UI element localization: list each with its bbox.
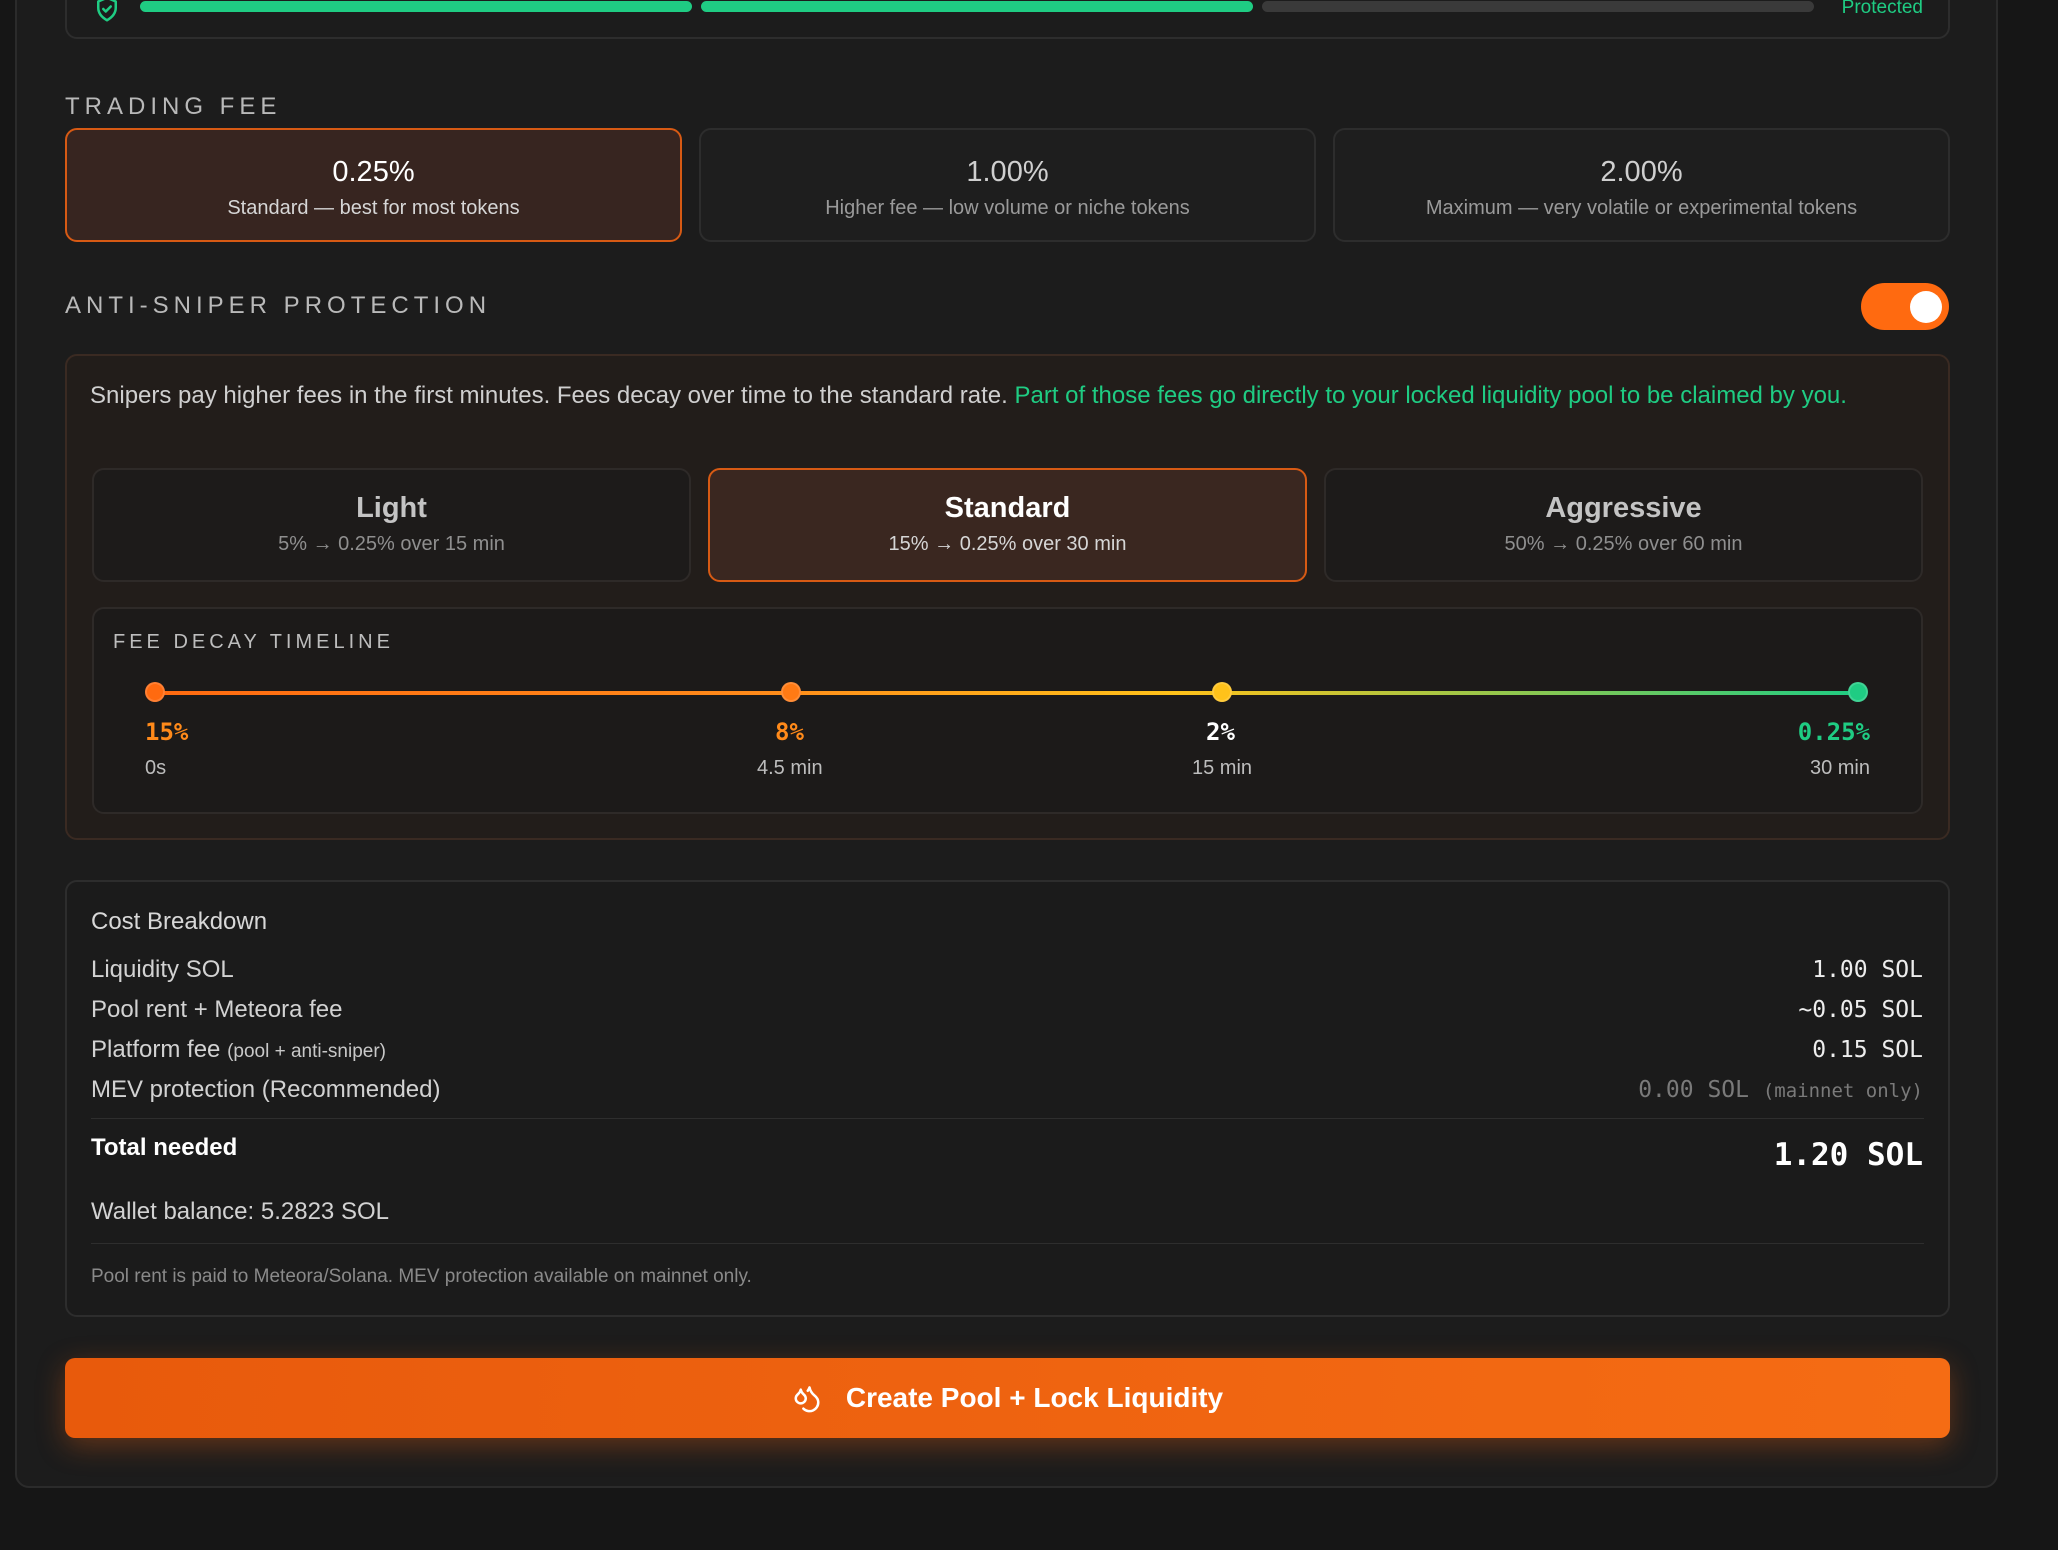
cost-row-label: Pool rent + Meteora fee (91, 996, 343, 1023)
fee-option-desc: Higher fee — low volume or niche tokens (825, 197, 1190, 219)
timeline-time: 4.5 min (757, 757, 823, 779)
fee-option-desc: Standard — best for most tokens (227, 197, 520, 219)
preset-aggressive[interactable]: Aggressive 50% → 0.25% over 60 min (1324, 468, 1923, 582)
fee-option-desc: Maximum — very volatile or experimental … (1425, 197, 1858, 219)
shield-check-icon (97, 0, 117, 22)
timeline-time: 0s (145, 757, 167, 779)
fee-option-pct: 1.00% (966, 156, 1049, 188)
total-value: 1.20 SOL (1773, 1137, 1923, 1173)
anti-sniper-info: Snipers pay higher fees in the first min… (90, 380, 1930, 412)
security-progress-segment (140, 1, 692, 12)
fee-option-pct: 2.00% (1600, 156, 1683, 188)
cost-breakdown-title: Cost Breakdown (91, 908, 268, 935)
divider (91, 1243, 1924, 1244)
timeline-time: 30 min (1809, 757, 1870, 779)
divider (91, 1118, 1924, 1119)
timeline-line (155, 691, 1858, 695)
preset-sub: 15% → 0.25% over 30 min (888, 533, 1127, 555)
preset-sub: 5% → 0.25% over 15 min (278, 533, 505, 555)
timeline-dot (1212, 682, 1232, 702)
timeline-value: 2% (1206, 718, 1235, 746)
cost-row-value-note: (mainnet only) (1762, 1080, 1923, 1102)
cost-row-value: ~0.05 SOL (1798, 997, 1923, 1023)
create-pool-button-label: Create Pool + Lock Liquidity (845, 1382, 1224, 1413)
timeline-dot (145, 682, 165, 702)
timeline-value: 15% (145, 718, 189, 746)
timeline-dot (781, 682, 801, 702)
fee-option-2-00[interactable]: 2.00% Maximum — very volatile or experim… (1333, 128, 1950, 242)
security-progress-segment (1262, 1, 1814, 12)
timeline-time: 15 min (1192, 757, 1253, 779)
fee-option-0-25[interactable]: 0.25% Standard — best for most tokens (65, 128, 682, 242)
cost-footnote: Pool rent is paid to Meteora/Solana. MEV… (91, 1266, 752, 1287)
cost-row-value: 1.00 SOL (1812, 957, 1923, 983)
cost-row-value: 0.15 SOL (1812, 1037, 1923, 1063)
cost-row-value: 0.00 SOL (mainnet only) (1638, 1077, 1923, 1103)
cost-row-label-text: Platform fee (91, 1036, 221, 1063)
preset-name: Aggressive (1545, 492, 1702, 524)
anti-sniper-info-highlight: Part of those fees go directly to your l… (1014, 382, 1847, 409)
fee-option-1-00[interactable]: 1.00% Higher fee — low volume or niche t… (699, 128, 1316, 242)
cost-row-label: Liquidity SOL (91, 956, 234, 983)
cost-row-label: MEV protection (Recommended) (91, 1076, 441, 1103)
toggle-knob (1910, 291, 1942, 323)
preset-name: Standard (944, 492, 1071, 524)
anti-sniper-label: ANTI-SNIPER PROTECTION (65, 292, 492, 319)
trading-fee-label: TRADING FEE (65, 93, 282, 120)
preset-light[interactable]: Light 5% → 0.25% over 15 min (92, 468, 691, 582)
total-label: Total needed (91, 1134, 238, 1161)
anti-sniper-info-text: Snipers pay higher fees in the first min… (90, 382, 1008, 409)
timeline-label: FEE DECAY TIMELINE (113, 631, 394, 653)
timeline-dot (1848, 682, 1868, 702)
fee-option-pct: 0.25% (332, 156, 415, 188)
droplets-icon (794, 1386, 820, 1413)
wallet-balance: Wallet balance: 5.2823 SOL (91, 1198, 389, 1225)
cost-row-label-note: (pool + anti-sniper) (227, 1041, 387, 1062)
timeline-value: 0.25% (1797, 718, 1870, 746)
security-status-text: Protected (1841, 0, 1923, 18)
preset-name: Light (356, 492, 427, 524)
anti-sniper-toggle[interactable] (1861, 283, 1949, 330)
preset-standard[interactable]: Standard 15% → 0.25% over 30 min (708, 468, 1307, 582)
timeline-value: 8% (775, 718, 804, 746)
preset-sub: 50% → 0.25% over 60 min (1504, 533, 1743, 555)
create-pool-button[interactable]: Create Pool + Lock Liquidity (65, 1358, 1950, 1438)
cost-row-value-text: 0.00 SOL (1638, 1077, 1749, 1103)
security-progress-segment (701, 1, 1253, 12)
cost-row-label: Platform fee (pool + anti-sniper) (91, 1036, 386, 1064)
